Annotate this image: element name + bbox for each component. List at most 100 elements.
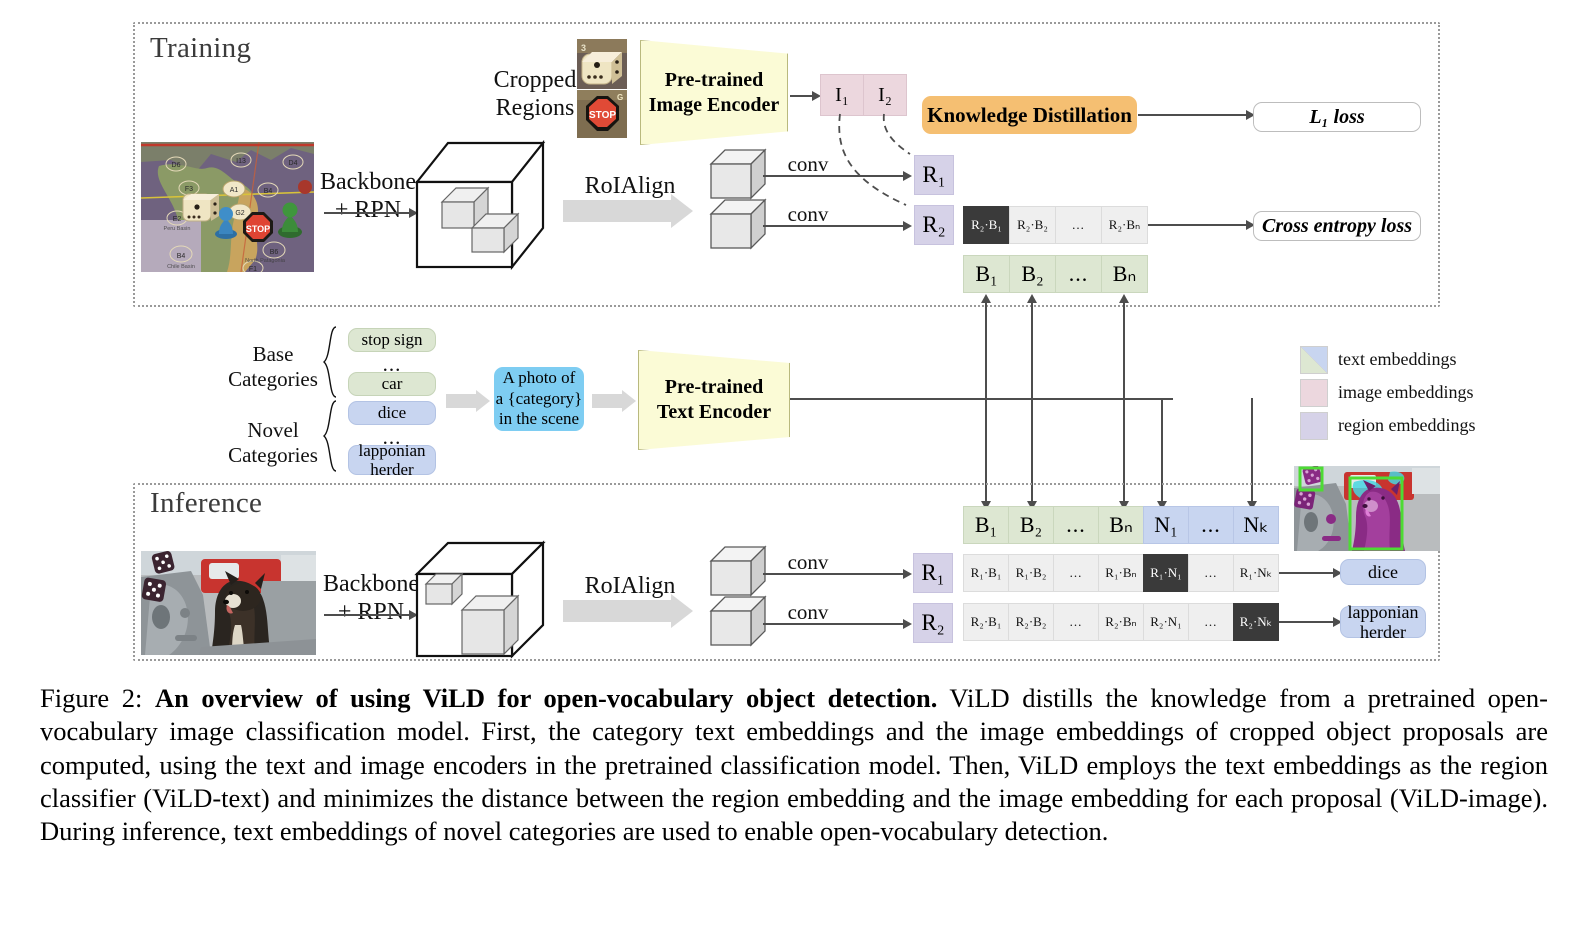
svg-text:STOP: STOP xyxy=(589,110,616,121)
inference-score1-cell-1: R₁·B₂ xyxy=(1008,554,1054,592)
inference-conv-label-2: conv xyxy=(787,600,829,624)
inference-score2-cell-2: ... xyxy=(1053,603,1099,641)
image-embedding-cell-1: I₂ xyxy=(863,74,907,116)
figure-title: An overview of using ViLD for open-vocab… xyxy=(154,683,938,713)
svg-text:3: 3 xyxy=(581,43,586,53)
svg-text:Chile Basin: Chile Basin xyxy=(167,264,195,270)
image-embedding-cell-0: I₁ xyxy=(820,74,864,116)
inference-output-dice: dice xyxy=(1340,559,1426,585)
inference-roi-cube-1 xyxy=(709,545,767,597)
training-base-embedding-0: B₁ xyxy=(963,255,1010,293)
training-roialign-arrow-head xyxy=(671,194,693,228)
inference-score2-cell-6: R₂·Nₖ xyxy=(1233,603,1279,641)
inference-backbone-arrow-line xyxy=(324,614,411,616)
inference-conv-arrow-2-line xyxy=(763,623,905,625)
inference-output-lapponian-herder: lapponian herder xyxy=(1340,602,1426,642)
training-roi-cube-1 xyxy=(709,148,767,200)
training-score-cell-3: R₂·Bₙ xyxy=(1101,206,1148,244)
cropped-region-stop-sign: G STOP xyxy=(577,90,627,138)
training-score-cell-1: R₂·B₂ xyxy=(1009,206,1056,244)
training-backbone-label: Backbone + RPN xyxy=(320,169,416,224)
training-conv-arrow-2-line xyxy=(763,225,905,227)
legend-label-region-embeddings: region embeddings xyxy=(1338,415,1476,435)
inference-score2-cell-1: R₂·B₂ xyxy=(1008,603,1054,641)
legend-swatch-region-embeddings xyxy=(1300,412,1328,440)
training-score-cell-2: ... xyxy=(1055,206,1102,244)
inference-embedding-cell-3: Bₙ xyxy=(1098,506,1144,544)
inference-score2-cell-4: R₂·N₁ xyxy=(1143,603,1189,641)
category-chip-dice: dice xyxy=(348,401,436,425)
inference-input-image xyxy=(141,551,316,655)
text-bus-branch-b1-up-head xyxy=(981,294,991,303)
inference-roialign-arrow-head xyxy=(671,594,693,628)
training-base-embedding-1: B₂ xyxy=(1009,255,1056,293)
svg-text:D4: D4 xyxy=(289,160,298,167)
inference-feature-cube xyxy=(414,540,546,660)
svg-text:I13: I13 xyxy=(236,158,246,165)
inference-roialign-arrow-body xyxy=(563,600,671,622)
categories-to-prompt-arrow-head xyxy=(476,390,490,412)
svg-text:B4: B4 xyxy=(264,188,273,195)
cropped-region-dice: 3 xyxy=(577,39,627,89)
svg-text:Peru Basin: Peru Basin xyxy=(164,226,191,232)
inference-embedding-cell-2: ... xyxy=(1053,506,1099,544)
category-chip-lapponian-herder: lapponian herder xyxy=(348,441,436,479)
legend-swatch-text-embeddings xyxy=(1300,346,1328,374)
inference-embedding-cell-0: B₁ xyxy=(963,506,1009,544)
inference-embedding-cell-5: ... xyxy=(1188,506,1234,544)
inference-score1-cell-3: R₁·Bₙ xyxy=(1098,554,1144,592)
inference-conv-arrow-1-line xyxy=(763,573,905,575)
prompt-to-encoder-arrow-head xyxy=(622,390,636,412)
legend-label-text-embeddings: text embeddings xyxy=(1338,349,1457,369)
prompt-template-box: A photo of a {category} in the scene xyxy=(494,367,584,431)
training-base-embedding-2: ... xyxy=(1055,255,1102,293)
svg-text:G: G xyxy=(617,93,623,102)
l1-loss-box: L₁ loss xyxy=(1253,102,1421,132)
training-region-embedding-r2: R₂ xyxy=(914,205,954,245)
inference-score1-cell-5: ... xyxy=(1188,554,1234,592)
svg-text:D6: D6 xyxy=(172,162,181,169)
inference-out-arrow-2-line xyxy=(1279,621,1335,623)
kd-to-l1-line xyxy=(1138,114,1248,116)
base-categories-label: Base Categories xyxy=(228,342,318,391)
figure-caption: Figure 2: An overview of using ViLD for … xyxy=(40,682,1548,848)
encoder-to-image-emb-line xyxy=(790,95,814,97)
inference-conv-label-1: conv xyxy=(787,550,829,574)
text-bus-branch-b2-up xyxy=(1031,300,1034,399)
inference-conv-arrow-1-head xyxy=(903,569,912,579)
svg-text:E2: E2 xyxy=(173,216,182,223)
training-region-embedding-r1: R₁ xyxy=(914,155,954,195)
training-feature-cube xyxy=(414,139,546,271)
image-encoder-label: Pre-trained Image Encoder xyxy=(648,68,780,116)
svg-text:F1: F1 xyxy=(249,266,257,272)
category-chip-stop-sign: stop sign xyxy=(348,328,436,352)
text-encoder-label: Pre-trained Text Encoder xyxy=(656,376,772,423)
training-base-embedding-3: Bₙ xyxy=(1101,255,1148,293)
text-bus-branch-bn-up-head xyxy=(1119,294,1129,303)
categories-to-prompt-arrow-body xyxy=(446,394,476,408)
inference-roi-cube-2 xyxy=(709,595,767,647)
inference-out-arrow-1-line xyxy=(1279,572,1335,574)
inference-score2-cell-3: R₂·Bₙ xyxy=(1098,603,1144,641)
svg-text:A1: A1 xyxy=(230,187,239,194)
pretrained-image-encoder: Pre-trained Image Encoder xyxy=(640,40,788,145)
inference-score1-cell-6: R₁·Nₖ xyxy=(1233,554,1279,592)
figure-label: Figure 2: xyxy=(40,683,143,713)
svg-text:North Patagonia: North Patagonia xyxy=(245,258,286,264)
text-bus-branch-b2-up-head xyxy=(1027,294,1037,303)
training-score-cell-0: R₂·B₁ xyxy=(963,206,1010,244)
training-input-image: D6 I13 D4 F3 E2 B4 B4 B6 F1 A1 G2 Peru Basin Chi… xyxy=(141,142,314,272)
svg-text:STOP: STOP xyxy=(246,224,270,234)
text-bus-branch-bn-up xyxy=(1123,300,1126,399)
inference-score1-cell-2: ... xyxy=(1053,554,1099,592)
training-conv-arrow-2-head xyxy=(903,221,912,231)
inference-score2-cell-5: ... xyxy=(1188,603,1234,641)
prompt-to-encoder-arrow-body xyxy=(592,394,622,408)
training-conv-label-2: conv xyxy=(787,202,829,226)
inference-embedding-cell-4: N₁ xyxy=(1143,506,1189,544)
inference-embedding-cell-1: B₂ xyxy=(1008,506,1054,544)
inference-section-title: Inference xyxy=(150,487,263,519)
training-backbone-arrow-line xyxy=(324,212,411,214)
svg-text:G2: G2 xyxy=(235,210,244,217)
inference-score1-cell-0: R₁·B₁ xyxy=(963,554,1009,592)
